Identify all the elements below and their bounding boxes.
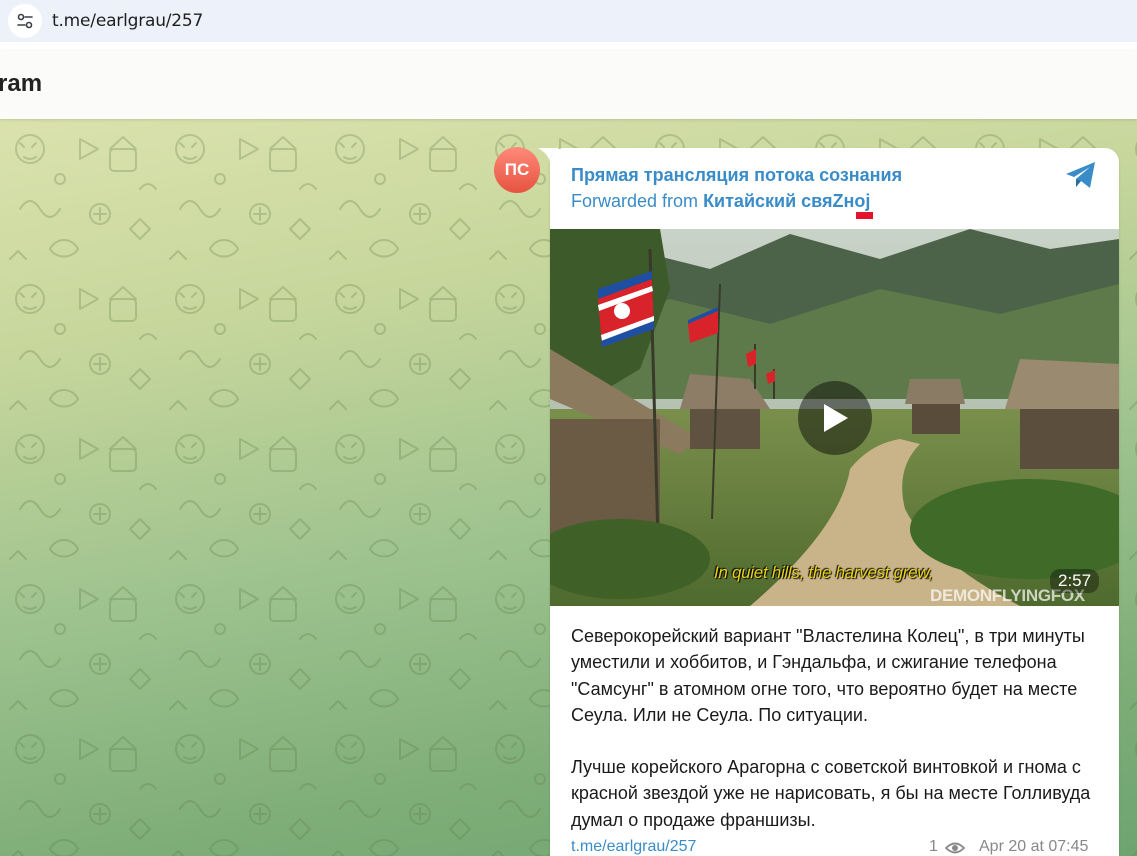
header-title: ram <box>0 70 43 97</box>
message-text: Северокорейский вариант "Властелина Коле… <box>571 623 1101 856</box>
site-info-button[interactable] <box>8 4 42 38</box>
telegram-logo-icon[interactable] <box>1064 160 1098 190</box>
message-paragraph: Северокорейский вариант "Властелина Коле… <box>571 626 1085 725</box>
browser-toolbar: t.me/earlgrau/257 <box>0 0 1137 51</box>
video-subtitle: In quiet hills, the harvest grew, <box>714 563 933 582</box>
address-bar[interactable]: t.me/earlgrau/257 <box>0 0 1137 42</box>
avatar-initials: ПС <box>504 160 530 179</box>
message-paragraph: Лучше корейского Арагорна с советской ви… <box>571 757 1091 830</box>
channel-name-link[interactable]: Прямая трансляция потока сознания <box>571 165 902 186</box>
message-date: Apr 20 at 07:45 <box>979 838 1089 855</box>
play-icon <box>824 404 848 432</box>
tune-icon <box>17 13 33 29</box>
play-button[interactable] <box>798 381 872 455</box>
forwarded-line: Forwarded from Китайский свяZноj <box>571 191 870 212</box>
video-player[interactable]: In quiet hills, the harvest grew, DEMONF… <box>550 229 1119 606</box>
views-count: 1 <box>929 838 938 855</box>
message-footer: t.me/earlgrau/257 1 Apr 20 at 07:45 <box>571 838 1101 856</box>
telegram-header: ram <box>0 50 1137 119</box>
video-duration: 2:57 <box>1050 569 1100 593</box>
post-link[interactable]: t.me/earlgrau/257 <box>571 838 696 856</box>
red-underline-mark <box>856 212 873 219</box>
message-bubble: Прямая трансляция потока сознания Forwar… <box>550 148 1119 856</box>
eye-icon <box>945 842 965 854</box>
forwarded-source-link[interactable]: Китайский свяZноj <box>703 191 870 211</box>
forwarded-prefix: Forwarded from <box>571 191 699 211</box>
url-text[interactable]: t.me/earlgrau/257 <box>52 11 203 31</box>
channel-avatar[interactable]: ПС <box>494 147 540 193</box>
